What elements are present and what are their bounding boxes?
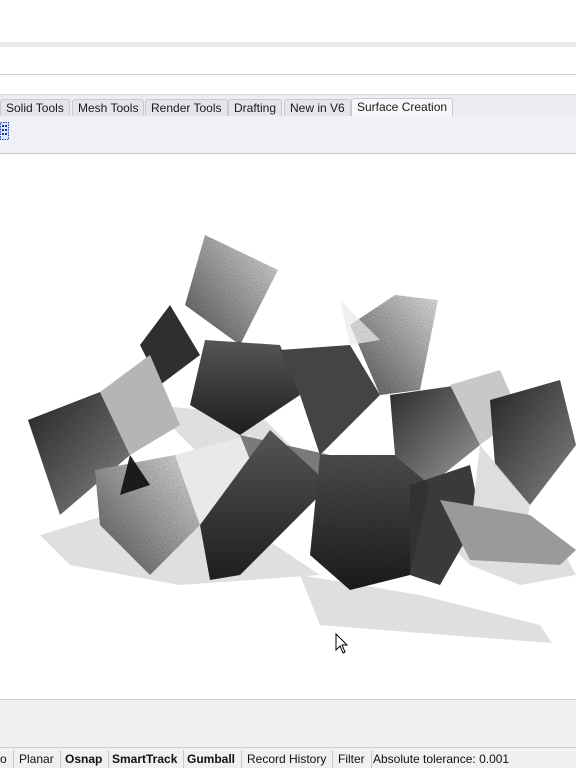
toolbar bbox=[0, 116, 576, 154]
status-bar: o Planar Osnap SmartTrack Gumball Record… bbox=[0, 747, 576, 768]
status-filter[interactable]: Filter bbox=[332, 750, 372, 768]
status-record-history[interactable]: Record History bbox=[241, 750, 334, 768]
arrow-cursor-icon bbox=[335, 632, 349, 654]
tab-surface-creation[interactable]: Surface Creation bbox=[351, 98, 454, 117]
grid-select-icon[interactable] bbox=[0, 122, 9, 140]
tab-mesh-tools[interactable]: Mesh Tools bbox=[72, 99, 145, 116]
toolbar-gap bbox=[0, 76, 576, 94]
command-area[interactable] bbox=[0, 47, 576, 75]
tab-drafting[interactable]: Drafting bbox=[228, 99, 283, 116]
status-tolerance: Absolute tolerance: 0.001 bbox=[373, 752, 510, 766]
status-smarttrack[interactable]: SmartTrack bbox=[106, 750, 185, 768]
tab-new-in-v6[interactable]: New in V6 bbox=[284, 99, 351, 116]
toolbar-tab-bar: Solid Tools Mesh Tools Render Tools Draf… bbox=[0, 94, 576, 117]
status-osnap[interactable]: Osnap bbox=[59, 750, 110, 768]
perspective-viewport[interactable] bbox=[0, 155, 576, 699]
title-strip bbox=[0, 0, 576, 44]
status-planar[interactable]: Planar bbox=[13, 750, 61, 768]
status-gumball[interactable]: Gumball bbox=[181, 750, 243, 768]
tab-render-tools[interactable]: Render Tools bbox=[145, 99, 228, 116]
status-pane-partial[interactable]: o bbox=[0, 750, 14, 768]
faceted-surface-sculpture bbox=[28, 235, 576, 654]
command-history-panel bbox=[0, 699, 576, 747]
tab-solid-tools[interactable]: Solid Tools bbox=[0, 99, 70, 116]
